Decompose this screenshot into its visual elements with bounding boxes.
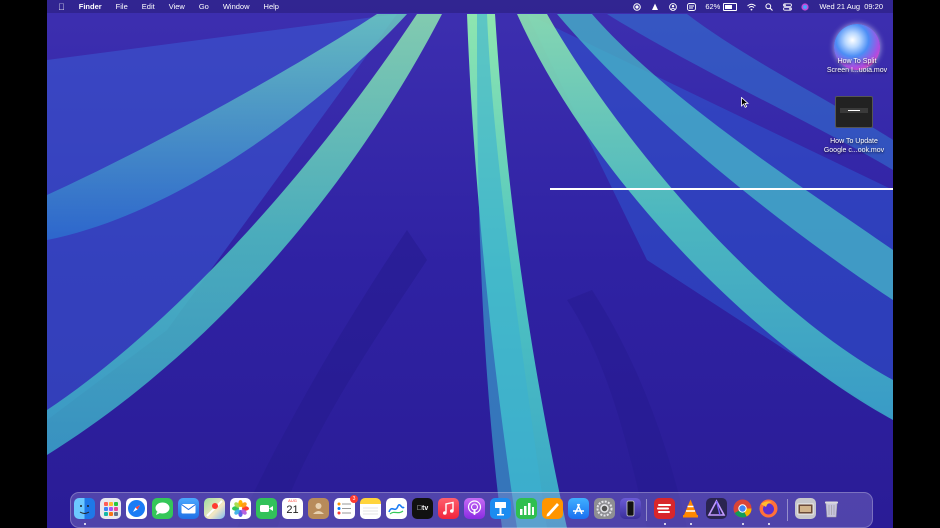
menu-go[interactable]: Go	[199, 2, 209, 11]
dock-mail[interactable]	[178, 498, 199, 519]
dock-screenshots-folder[interactable]	[795, 498, 816, 519]
menu-bar:  Finder File Edit View Go Window Help 6…	[47, 0, 893, 13]
dock-affinity-designer[interactable]	[706, 498, 727, 519]
mail-envelope-icon	[181, 504, 196, 514]
dock-safari[interactable]	[126, 498, 147, 519]
music-note-icon	[443, 501, 454, 515]
dock-music[interactable]	[438, 498, 459, 519]
file-name-line2: Screen I...uoia.mov	[826, 66, 888, 74]
control-center-icon[interactable]	[783, 2, 793, 11]
contacts-person-icon	[313, 503, 324, 514]
running-indicator	[84, 523, 86, 525]
menu-app-name[interactable]: Finder	[79, 2, 102, 11]
freeform-scribble-icon	[388, 504, 405, 515]
dock-iphone-mirroring[interactable]	[620, 498, 641, 519]
mouse-pointer-icon	[741, 95, 750, 113]
dock-trash[interactable]	[821, 498, 842, 519]
vlc-cone-icon	[683, 499, 698, 518]
siri-icon[interactable]	[801, 2, 809, 11]
dock-app-store[interactable]	[568, 498, 589, 519]
affinity-triangle-icon	[707, 499, 726, 516]
dock-photos[interactable]	[230, 498, 251, 519]
numbers-bars-icon	[520, 503, 534, 515]
podcasts-broadcast-icon	[467, 500, 482, 515]
dock-keynote[interactable]	[490, 498, 511, 519]
dock-separator	[787, 499, 788, 521]
dock-contacts[interactable]	[308, 498, 329, 519]
app-store-a-icon	[573, 503, 584, 515]
running-indicator	[768, 523, 770, 525]
video-thumbnail-icon	[835, 96, 873, 128]
dock-numbers[interactable]	[516, 498, 537, 519]
dock-podcasts[interactable]	[464, 498, 485, 519]
dock-expressvpn[interactable]	[654, 498, 675, 519]
firefox-logo-icon	[759, 499, 778, 518]
battery-icon	[723, 2, 738, 11]
user-icon[interactable]	[669, 2, 678, 11]
desktop-file-split-screen[interactable]: How To Split Screen I...uoia.mov	[817, 24, 893, 75]
appletv-label: tv	[417, 505, 428, 512]
menu-edit[interactable]: Edit	[142, 2, 155, 11]
dock-reminders[interactable]: 3	[334, 495, 358, 519]
calendar-day: 21	[286, 504, 299, 516]
dock-vlc[interactable]	[680, 498, 701, 519]
file-name-line2: Google c...ook.mov	[823, 146, 885, 154]
screen-record-icon[interactable]	[633, 2, 642, 11]
dock-firefox[interactable]	[758, 498, 779, 519]
menu-view[interactable]: View	[169, 2, 185, 11]
dock-maps[interactable]	[204, 498, 225, 519]
expressvpn-logo-icon	[657, 504, 671, 513]
keynote-podium-icon	[495, 502, 506, 516]
dock-pages[interactable]	[542, 498, 563, 519]
trash-bin-icon	[825, 501, 838, 518]
settings-gear-icon	[596, 500, 613, 517]
dock-separator	[646, 499, 647, 521]
dock-launchpad[interactable]	[100, 498, 121, 519]
pages-pen-icon	[546, 503, 559, 517]
desktop-file-update-google[interactable]: How To Update Google c...ook.mov	[814, 96, 893, 155]
reminders-badge: 3	[350, 495, 358, 503]
wifi-icon[interactable]	[747, 3, 757, 11]
dock-finder[interactable]	[74, 498, 95, 519]
desktop-screen:  Finder File Edit View Go Window Help 6…	[47, 0, 893, 528]
file-name-line1: How To Update	[830, 138, 878, 145]
battery-percent: 62%	[705, 2, 721, 11]
menu-clock[interactable]: Wed 21 Aug 09:20	[819, 2, 883, 11]
wallpaper	[47, 0, 893, 528]
battery-indicator[interactable]: 62%	[705, 2, 738, 11]
facetime-camera-icon	[260, 505, 273, 512]
apple-menu-icon[interactable]: 	[58, 2, 65, 12]
iphone-icon	[626, 500, 635, 517]
maps-pin-icon	[206, 500, 223, 517]
file-name-line1: How To Split	[837, 58, 877, 65]
dock-notes[interactable]	[360, 498, 381, 519]
annotation-line	[550, 188, 893, 190]
menu-help[interactable]: Help	[264, 2, 279, 11]
chrome-logo-icon	[733, 499, 752, 518]
notes-lines-icon	[363, 507, 378, 515]
running-indicator	[664, 523, 666, 525]
dock-apple-tv[interactable]: tv	[412, 498, 433, 519]
dock-chrome[interactable]	[732, 498, 753, 519]
messages-bubble-icon	[155, 502, 170, 515]
dock: AUG 21 3 tv	[70, 492, 873, 528]
safari-compass-icon	[128, 500, 145, 517]
launchpad-grid-icon	[104, 502, 118, 516]
running-indicator	[742, 523, 744, 525]
dock-freeform[interactable]	[386, 498, 407, 519]
photos-flower-icon	[232, 500, 249, 517]
dock-messages[interactable]	[152, 498, 173, 519]
dock-system-settings[interactable]	[594, 498, 615, 519]
expressvpn-icon[interactable]	[687, 2, 697, 11]
vlc-cone-icon[interactable]	[651, 3, 659, 11]
menu-file[interactable]: File	[116, 2, 128, 11]
spotlight-search-icon[interactable]	[765, 2, 774, 11]
finder-face-icon	[79, 505, 90, 514]
menu-window[interactable]: Window	[223, 2, 250, 11]
dock-facetime[interactable]	[256, 498, 277, 519]
running-indicator	[690, 523, 692, 525]
dock-calendar[interactable]: AUG 21	[282, 498, 303, 519]
screenshots-stack-icon	[797, 503, 814, 515]
